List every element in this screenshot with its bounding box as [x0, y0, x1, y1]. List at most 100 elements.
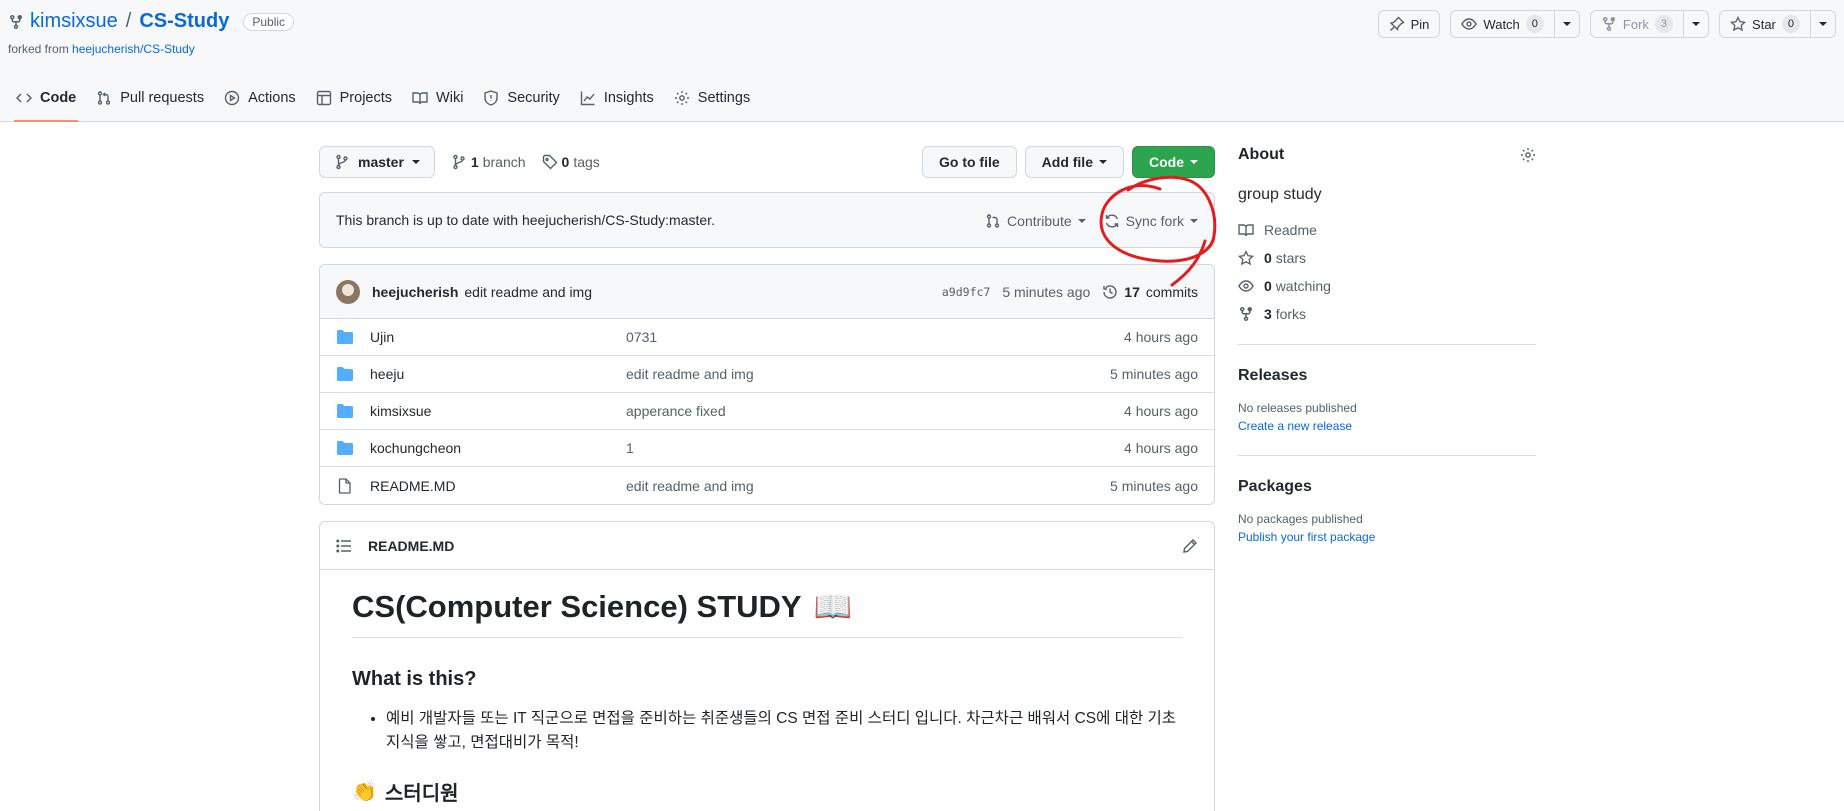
commit-age: 5 minutes ago — [1002, 283, 1091, 300]
readme-link-label: Readme — [1264, 222, 1317, 238]
packages-title[interactable]: Packages — [1238, 478, 1536, 496]
forked-from-line: forked from heejucherish/CS-Study — [8, 42, 195, 56]
table-row[interactable]: README.MD edit readme and img 5 minutes … — [320, 467, 1214, 504]
stars-count: 0 — [1264, 250, 1272, 266]
stars-link[interactable]: 0 stars — [1238, 250, 1536, 266]
branch-icon — [336, 154, 348, 170]
sync-icon — [1105, 214, 1118, 228]
contribute-button[interactable]: Contribute — [985, 213, 1086, 229]
chevron-down-icon — [1190, 160, 1198, 164]
file-icon — [338, 477, 351, 494]
visibility-badge: Public — [243, 12, 295, 31]
star-dropdown-button[interactable] — [1811, 10, 1836, 38]
table-row[interactable]: kimsixsue apperance fixed 4 hours ago — [320, 393, 1214, 430]
commit-sha-link[interactable]: a9d9fc7 — [942, 285, 990, 299]
file-commit-message[interactable]: apperance fixed — [626, 403, 726, 419]
shield-icon — [484, 90, 499, 106]
file-commit-message[interactable]: 1 — [626, 440, 634, 456]
branch-select-button[interactable]: master — [319, 146, 435, 178]
repo-title: kimsixsue / CS-Study Public — [8, 10, 295, 33]
avatar[interactable] — [336, 279, 360, 304]
code-button[interactable]: Code — [1132, 146, 1215, 178]
tab-projects[interactable]: Projects — [306, 75, 402, 121]
repo-toolbar: master 1 branch 0 tags Go to file Add fi… — [319, 146, 1215, 178]
star-label: Star — [1752, 16, 1776, 32]
table-row[interactable]: Ujin 0731 4 hours ago — [320, 319, 1214, 356]
add-file-label: Add file — [1041, 154, 1093, 170]
tab-insights-label: Insights — [603, 90, 654, 106]
forks-label: forks — [1275, 306, 1307, 322]
publish-package-link[interactable]: Publish your first package — [1238, 530, 1536, 544]
book-icon — [1238, 224, 1254, 237]
latest-commit-row: heejucherish edit readme and img a9d9fc7… — [320, 265, 1214, 319]
branch-count: 1 — [470, 154, 479, 170]
file-commit-message[interactable]: 0731 — [626, 329, 657, 345]
file-name-link[interactable]: README.MD — [370, 478, 626, 494]
file-commit-message[interactable]: edit readme and img — [626, 366, 754, 382]
list-icon[interactable] — [336, 538, 352, 554]
table-row[interactable]: kochungcheon 1 4 hours ago — [320, 430, 1214, 467]
create-release-link[interactable]: Create a new release — [1238, 419, 1536, 433]
tab-pull-requests[interactable]: Pull requests — [86, 75, 214, 121]
releases-title[interactable]: Releases — [1238, 367, 1536, 385]
sync-actions: Contribute Sync fork — [985, 193, 1198, 249]
tab-wiki[interactable]: Wiki — [402, 75, 473, 121]
file-name-link[interactable]: Ujin — [370, 329, 626, 345]
file-commit-message[interactable]: edit readme and img — [626, 478, 754, 494]
watch-dropdown-button[interactable] — [1554, 10, 1580, 38]
watch-button[interactable]: Watch 0 — [1450, 10, 1555, 38]
tags-link[interactable]: 0 tags — [542, 154, 600, 170]
tab-security[interactable]: Security — [473, 75, 569, 121]
eye-icon — [1461, 18, 1478, 30]
tab-wiki-label: Wiki — [436, 90, 464, 106]
repo-path-separator: / — [125, 10, 132, 32]
tab-actions[interactable]: Actions — [214, 75, 306, 121]
commits-history-link[interactable]: 17 commits — [1102, 284, 1198, 300]
readme-heading-1: CS(Computer Science) STUDY 📖 — [352, 588, 1182, 638]
commit-message-link[interactable]: edit readme and img — [464, 284, 592, 300]
gear-icon[interactable] — [1520, 147, 1536, 163]
tab-code[interactable]: Code — [6, 75, 86, 122]
file-name-link[interactable]: kimsixsue — [370, 403, 626, 419]
go-to-file-button[interactable]: Go to file — [921, 146, 1017, 178]
tab-settings[interactable]: Settings — [664, 75, 760, 121]
file-name-link[interactable]: kochungcheon — [370, 440, 626, 456]
pin-button[interactable]: Pin — [1377, 10, 1441, 38]
sync-fork-label: Sync fork — [1125, 213, 1184, 229]
star-button[interactable]: Star 0 — [1719, 10, 1811, 38]
tab-code-label: Code — [40, 90, 77, 106]
table-row[interactable]: heeju edit readme and img 5 minutes ago — [320, 356, 1214, 393]
commit-meta: a9d9fc7 5 minutes ago 17 commits — [942, 284, 1198, 300]
code-icon — [16, 93, 32, 103]
graph-icon — [580, 91, 595, 106]
toolbar-actions: Go to file Add file Code — [921, 146, 1215, 178]
file-name-link[interactable]: heeju — [370, 366, 626, 382]
forks-link[interactable]: 3 forks — [1238, 306, 1536, 322]
repo-sidebar: About group study Readme 0 stars 0 watch… — [1238, 146, 1536, 588]
folder-icon — [337, 330, 353, 344]
repo-owner-link[interactable]: kimsixsue — [30, 10, 118, 33]
commit-author-link[interactable]: heejucherish — [372, 284, 458, 300]
readme-link[interactable]: Readme — [1238, 222, 1536, 238]
watching-link[interactable]: 0 watching — [1238, 278, 1536, 294]
sync-fork-button[interactable]: Sync fork — [1104, 213, 1198, 229]
repo-header: kimsixsue / CS-Study Public forked from … — [0, 0, 1844, 122]
watch-button-group: Watch 0 — [1450, 10, 1580, 38]
watch-label: Watch — [1483, 16, 1520, 32]
fork-button[interactable]: Fork 3 — [1589, 10, 1685, 38]
stars-label: stars — [1275, 250, 1307, 266]
watching-label: watching — [1275, 278, 1331, 294]
repo-name-link[interactable]: CS-Study — [139, 10, 229, 33]
fork-dropdown-button[interactable] — [1684, 10, 1710, 38]
readme-filename-link[interactable]: README.MD — [368, 538, 454, 554]
pencil-icon[interactable] — [1182, 538, 1198, 554]
forked-from-link[interactable]: heejucherish/CS-Study — [72, 42, 195, 56]
tab-actions-label: Actions — [248, 90, 296, 106]
tag-icon — [542, 154, 558, 170]
about-title-text: About — [1238, 146, 1285, 163]
no-releases-text: No releases published — [1238, 401, 1357, 415]
file-age: 5 minutes ago — [1110, 366, 1198, 382]
add-file-button[interactable]: Add file — [1024, 146, 1124, 178]
tab-insights[interactable]: Insights — [570, 75, 664, 121]
branches-link[interactable]: 1 branch — [451, 154, 526, 170]
